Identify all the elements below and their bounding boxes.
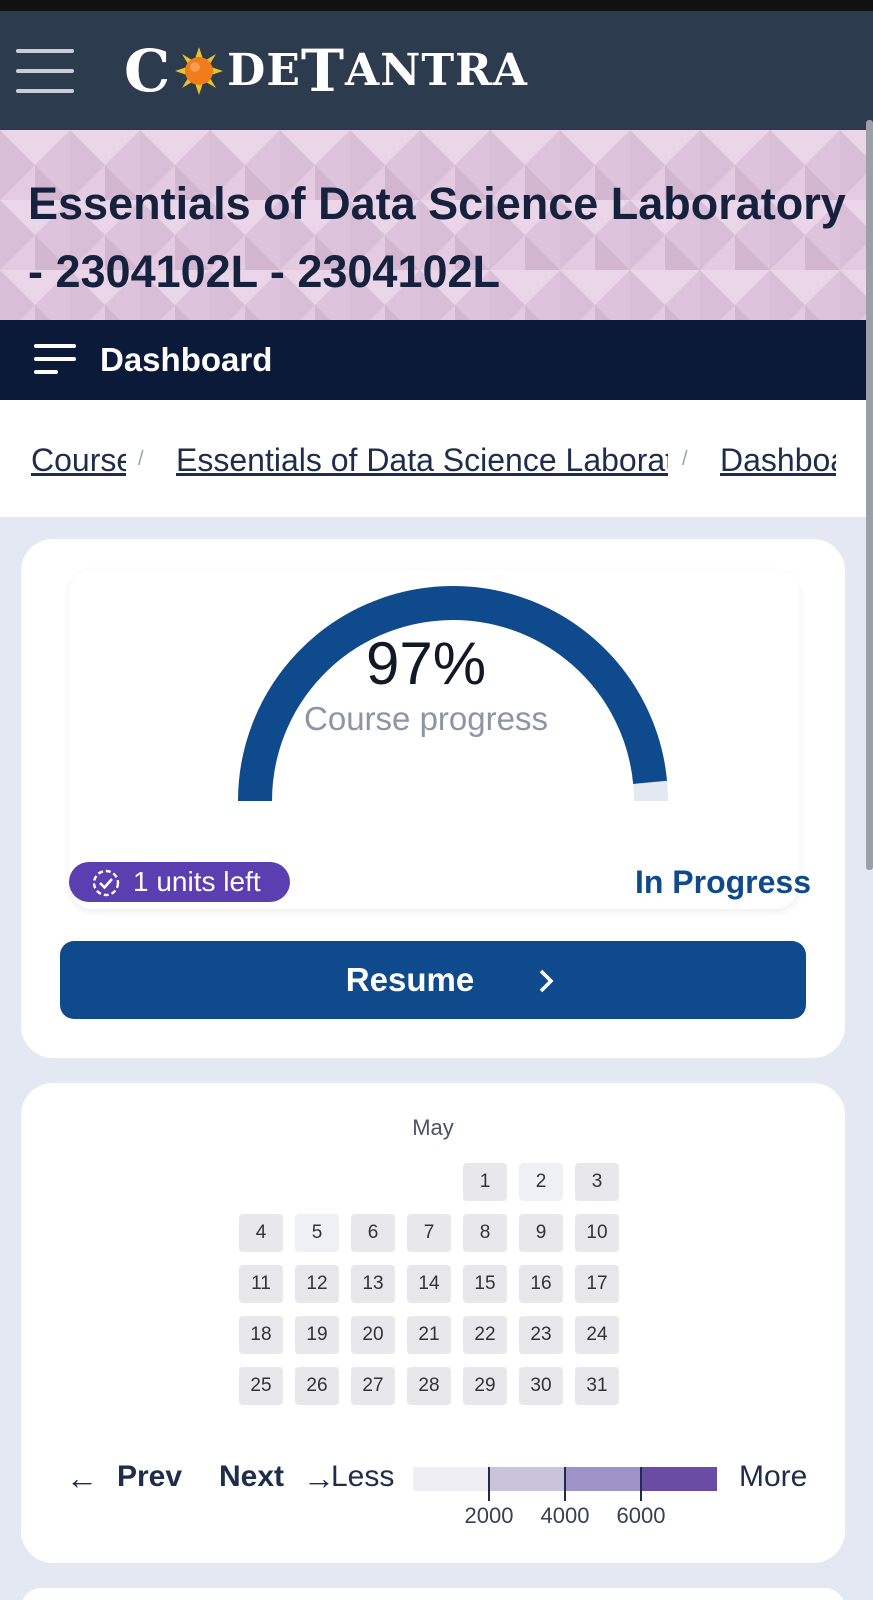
calendar-day[interactable]: 8 (463, 1214, 507, 1252)
calendar-day[interactable]: 14 (407, 1265, 451, 1303)
menu-icon[interactable] (16, 49, 74, 95)
calendar-day[interactable]: 19 (295, 1316, 339, 1354)
course-banner: Essentials of Data Science Laboratory - … (0, 130, 873, 320)
calendar-day[interactable]: 11 (239, 1265, 283, 1303)
calendar-day[interactable]: 18 (239, 1316, 283, 1354)
calendar-day[interactable]: 1 (463, 1163, 507, 1201)
calendar-day[interactable]: 29 (463, 1367, 507, 1405)
calendar-day[interactable]: 6 (351, 1214, 395, 1252)
calendar-day[interactable]: 28 (407, 1367, 451, 1405)
next-card (21, 1588, 845, 1600)
sidebar-toggle-icon[interactable] (34, 342, 76, 376)
calendar-day[interactable]: 4 (239, 1214, 283, 1252)
calendar-day[interactable]: 22 (463, 1316, 507, 1354)
calendar-day[interactable]: 16 (519, 1265, 563, 1303)
activity-legend-scale (413, 1467, 717, 1501)
calendar-day[interactable]: 31 (575, 1367, 619, 1405)
calendar-day[interactable]: 20 (351, 1316, 395, 1354)
system-status-strip (0, 0, 873, 11)
calendar-month: May (412, 1115, 454, 1140)
calendar-day[interactable]: 12 (295, 1265, 339, 1303)
legend-tick: 6000 (616, 1503, 666, 1528)
app-header: C DE T ANTRA (0, 11, 873, 130)
calendar-day[interactable]: 21 (407, 1316, 451, 1354)
resume-label: Resume (345, 961, 475, 998)
arrow-left-icon[interactable]: ← (66, 1458, 98, 1498)
calendar-day[interactable]: 24 (575, 1316, 619, 1354)
units-left-badge: 1 units left (69, 862, 290, 902)
legend-tick: 2000 (464, 1503, 514, 1528)
dashboard-label: Dashboard (100, 341, 273, 378)
breadcrumb-separator: / (138, 448, 144, 470)
sun-logo-icon (173, 41, 225, 101)
page-scrollbar[interactable] (866, 120, 873, 870)
progress-label: Course progress (304, 700, 548, 737)
calendar-day[interactable]: 7 (407, 1214, 451, 1252)
calendar-day[interactable]: 26 (295, 1367, 339, 1405)
calendar-day[interactable]: 30 (519, 1367, 563, 1405)
calendar-day[interactable]: 3 (575, 1163, 619, 1201)
progress-card: 97% Course progress 1 units left In Prog… (21, 539, 845, 1058)
calendar-day[interactable]: 27 (351, 1367, 395, 1405)
calendar-day[interactable]: 10 (575, 1214, 619, 1252)
activity-calendar-card: May 1 2 3 4 5 6 7 8 9 10 11 12 13 14 15 16 17 18 19 20 21 22 2… (21, 1083, 845, 1563)
calendar-day[interactable]: 5 (295, 1214, 339, 1252)
breadcrumb: Course / Essentials of Data Science Labo… (0, 400, 866, 517)
calendar-day[interactable]: 9 (519, 1214, 563, 1252)
legend-more-label: More (739, 1460, 808, 1493)
breadcrumb-dashboard[interactable]: Dashboard (720, 440, 836, 480)
legend-less-label: Less (331, 1460, 395, 1493)
check-circle-icon (92, 869, 120, 897)
breadcrumb-course-name[interactable]: Essentials of Data Science Laboratory (176, 440, 668, 480)
prev-button[interactable]: Prev (117, 1457, 182, 1497)
breadcrumb-course[interactable]: Course (31, 440, 126, 480)
resume-button[interactable]: Resume (60, 941, 806, 1019)
calendar-day[interactable]: 13 (351, 1265, 395, 1303)
chevron-right-icon (539, 969, 554, 993)
course-title: Essentials of Data Science Laboratory - … (28, 178, 846, 297)
units-left-text: 1 units left (133, 866, 261, 897)
calendar-day[interactable]: 17 (575, 1265, 619, 1303)
dashboard-bar: Dashboard (0, 320, 866, 400)
status-badge: In Progress (634, 864, 811, 900)
next-button[interactable]: Next (219, 1457, 284, 1497)
calendar-day[interactable]: 25 (239, 1367, 283, 1405)
codetantra-logo[interactable]: C DE T ANTRA (124, 41, 528, 101)
calendar-day[interactable]: 15 (463, 1265, 507, 1303)
calendar-day[interactable]: 2 (519, 1163, 563, 1201)
breadcrumb-separator: / (682, 448, 688, 470)
calendar-day[interactable]: 23 (519, 1316, 563, 1354)
legend-tick: 4000 (540, 1503, 590, 1528)
progress-percent: 97% (365, 630, 487, 697)
